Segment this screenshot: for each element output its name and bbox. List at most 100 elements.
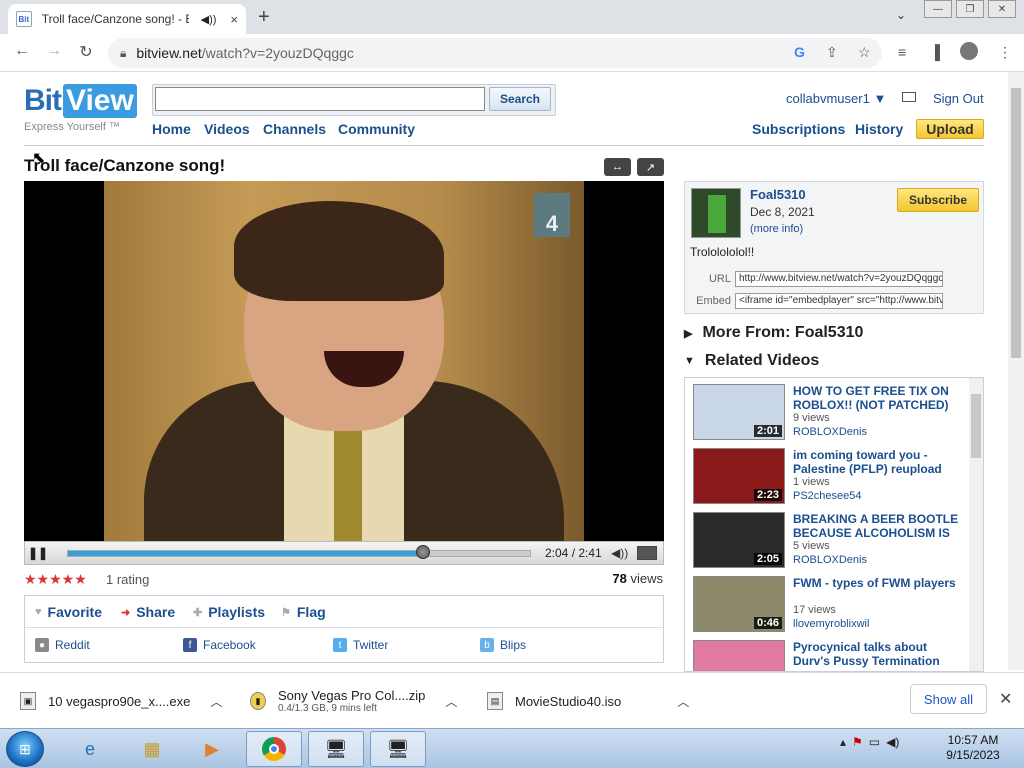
mail-icon[interactable] xyxy=(902,92,916,102)
channel-avatar[interactable] xyxy=(691,188,741,238)
volume-tray-icon[interactable]: ◀︎) xyxy=(886,735,899,749)
profile-avatar-icon[interactable] xyxy=(960,42,978,60)
volume-icon[interactable]: ◀︎)) xyxy=(611,546,628,560)
chevron-up-icon[interactable]: ︿ xyxy=(677,693,689,710)
url-label: URL xyxy=(708,273,731,285)
chrome-icon[interactable] xyxy=(246,731,302,767)
action-divider xyxy=(25,627,663,628)
reddit-link[interactable]: ● Reddit xyxy=(35,638,90,652)
address-bar[interactable]: 🔒︎ bitview.net/watch?v=2youzDQqggc xyxy=(108,38,882,68)
new-tab-button[interactable]: + xyxy=(258,6,270,29)
related-videos-list: 2:01 HOW TO GET FREE TIX ON ROBLOX!! (NO… xyxy=(684,377,984,672)
side-panel-icon[interactable]: ▐ xyxy=(930,44,940,60)
related-item[interactable]: 2:23 im coming toward you - Palestine (P… xyxy=(693,448,965,508)
signout-link[interactable]: Sign Out xyxy=(933,91,984,106)
nav-community[interactable]: Community xyxy=(338,121,415,137)
seek-bar[interactable] xyxy=(67,550,531,557)
related-item[interactable]: 0:46 FWM - types of FWM players 17 views… xyxy=(693,576,965,636)
rating-stars[interactable]: ★★★★★ xyxy=(24,571,87,588)
close-downloads-icon[interactable]: ✕ xyxy=(999,689,1012,709)
nav-channels[interactable]: Channels xyxy=(263,121,326,137)
close-tab-icon[interactable]: × xyxy=(230,12,238,27)
pause-button[interactable]: ❚❚ xyxy=(28,545,48,561)
forward-icon[interactable]: → xyxy=(42,42,66,60)
zip-file-icon: ▮ xyxy=(250,692,266,710)
close-window-icon[interactable]: ✕ xyxy=(988,0,1016,18)
minimize-icon[interactable]: — xyxy=(924,0,952,18)
seek-handle[interactable] xyxy=(416,545,430,559)
heart-icon: ♥ xyxy=(35,606,42,618)
tray-expand-icon[interactable]: ▴ xyxy=(840,735,846,749)
history-link[interactable]: History xyxy=(855,121,903,137)
tagline: Express Yourself ™ xyxy=(24,121,120,133)
url-field[interactable]: http://www.bitview.net/watch?v=2youzDQqg… xyxy=(735,271,943,287)
facebook-link[interactable]: f Facebook xyxy=(183,638,256,652)
menu-kebab-icon[interactable]: ⋮ xyxy=(998,44,1012,61)
widen-player-icon[interactable]: ↔ xyxy=(604,158,631,176)
action-center-icon[interactable]: ▭ xyxy=(869,735,880,749)
upload-date: Dec 8, 2021 xyxy=(750,205,815,219)
back-icon[interactable]: ← xyxy=(10,42,34,60)
speaker-icon[interactable]: ◀)) xyxy=(201,13,217,26)
related-item[interactable]: 2:01 HOW TO GET FREE TIX ON ROBLOX!! (NO… xyxy=(693,384,965,444)
more-from-header[interactable]: ▶ More From: Foal5310 xyxy=(684,324,863,342)
share-button[interactable]: ➜ Share xyxy=(121,604,175,620)
network-icon[interactable]: ⚑ xyxy=(852,735,863,749)
search-input[interactable] xyxy=(155,87,485,111)
start-button[interactable]: ⊞ xyxy=(6,731,44,767)
clock[interactable]: 10:57 AM 9/15/2023 xyxy=(940,733,1006,763)
collapse-triangle-icon: ▼ xyxy=(684,355,695,367)
blips-link[interactable]: b Blips xyxy=(480,638,526,652)
download-item[interactable]: ▮ Sony Vegas Pro Col....zip 0.4/1.3 GB, 9… xyxy=(250,683,457,719)
lock-icon[interactable]: 🔒︎ xyxy=(120,46,126,61)
bookmark-star-icon[interactable]: ☆ xyxy=(858,44,871,61)
user-menu[interactable]: collabvmuser1 ▼ xyxy=(786,91,886,106)
installer-icon-2[interactable]: 🖥︎ xyxy=(370,731,426,767)
ie-icon[interactable]: e xyxy=(62,731,118,767)
media-player-icon[interactable]: ▶ xyxy=(184,731,240,767)
video-title: Troll face/Canzone song! xyxy=(24,156,226,175)
video-thumbnail[interactable]: 0:46 xyxy=(693,576,785,632)
video-thumbnail[interactable]: 2:01 xyxy=(693,384,785,440)
subscribe-button[interactable]: Subscribe xyxy=(897,188,979,212)
popout-icon[interactable]: ↗ xyxy=(637,158,664,176)
download-item[interactable]: ▤ MovieStudio40.iso ︿ xyxy=(487,683,689,719)
share-page-icon[interactable]: ⇪ xyxy=(826,44,838,61)
related-header[interactable]: ▼ Related Videos xyxy=(684,352,819,370)
browser-tab[interactable]: Bit Troll face/Canzone song! - B ◀)) × xyxy=(8,4,246,34)
video-thumbnail[interactable]: 2:05 xyxy=(693,512,785,568)
show-all-button[interactable]: Show all xyxy=(910,684,987,714)
video-thumbnail[interactable]: 2:23 xyxy=(693,448,785,504)
bitview-logo[interactable]: Bit View xyxy=(24,84,137,118)
tab-search-chevron-icon[interactable]: ⌄ xyxy=(896,8,906,22)
related-item[interactable]: Pyrocynical talks about Durv's Pussy Ter… xyxy=(693,640,965,671)
related-scrollbar[interactable] xyxy=(969,378,983,671)
google-icon[interactable]: G xyxy=(794,44,805,60)
subscriptions-link[interactable]: Subscriptions xyxy=(752,121,845,137)
related-item[interactable]: 2:05 BREAKING A BEER BOOTLE BECAUSE ALCO… xyxy=(693,512,965,572)
fullscreen-icon[interactable] xyxy=(637,546,657,560)
favorite-button[interactable]: ♥ Favorite xyxy=(35,604,102,620)
explorer-icon[interactable]: ▦ xyxy=(124,731,180,767)
arrow-right-icon: ➜ xyxy=(121,606,131,619)
restore-icon[interactable]: ❐ xyxy=(956,0,984,18)
search-button[interactable]: Search xyxy=(489,87,551,111)
video-thumbnail[interactable] xyxy=(693,640,785,671)
video-player[interactable]: 4 xyxy=(24,181,664,541)
playlists-button[interactable]: ✚ Playlists xyxy=(193,604,265,620)
embed-field[interactable]: <iframe id="embedplayer" src="http://www… xyxy=(735,293,943,309)
twitter-link[interactable]: t Twitter xyxy=(333,638,388,652)
download-item[interactable]: ▣ 10 vegaspro90e_x....exe ︿ xyxy=(20,683,222,719)
chevron-up-icon[interactable]: ︿ xyxy=(210,693,222,710)
installer-icon[interactable]: 🖥︎ xyxy=(308,731,364,767)
flag-button[interactable]: ⚑ Flag xyxy=(281,604,326,620)
chevron-up-icon[interactable]: ︿ xyxy=(445,693,457,710)
upload-button[interactable]: Upload xyxy=(916,119,984,139)
nav-home[interactable]: Home xyxy=(152,121,191,137)
reload-icon[interactable]: ↻ xyxy=(74,42,98,62)
nav-videos[interactable]: Videos xyxy=(204,121,250,137)
channel-name[interactable]: Foal5310 xyxy=(750,187,806,202)
page-scrollbar[interactable] xyxy=(1008,72,1024,670)
more-info-link[interactable]: (more info) xyxy=(750,223,803,235)
media-controls-icon[interactable]: ≡ xyxy=(898,44,906,60)
